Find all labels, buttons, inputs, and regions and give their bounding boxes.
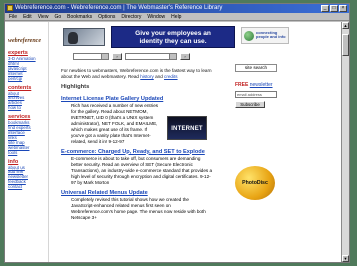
sidebar-section-contents: contents about archives articles how to: [8, 85, 48, 112]
ad-headline-line1: Give your employees an: [135, 30, 211, 37]
main-content: For newbies to webmasters, Webreference.…: [61, 68, 213, 225]
maximize-icon[interactable]: □: [330, 5, 338, 12]
scroll-thumb[interactable]: [342, 34, 349, 56]
topic-select[interactable]: [125, 52, 177, 60]
browser-window: Webreference.com - Webreference.com | Th…: [4, 3, 350, 263]
email-field[interactable]: email address: [235, 91, 277, 98]
vertical-scrollbar[interactable]: ▲ ▼: [341, 22, 349, 262]
title-bar: Webreference.com - Webreference.com | Th…: [5, 4, 349, 13]
welcome-text: For newbies to webmasters, Webreference.…: [61, 68, 213, 80]
sponsor-ad-text: connecting people and info: [256, 30, 286, 40]
header-photo: [63, 28, 105, 46]
article-title-link[interactable]: E-commerce: Charged Up, Ready, and SET t…: [61, 149, 213, 156]
sidebar-link[interactable]: contact: [8, 184, 48, 190]
scroll-down-icon[interactable]: ▼: [342, 255, 349, 262]
section-select[interactable]: [73, 52, 109, 60]
credits-link[interactable]: credits: [164, 74, 178, 79]
scroll-up-icon[interactable]: ▲: [342, 22, 349, 29]
welcome-mid: and: [155, 73, 163, 79]
menu-window[interactable]: Window: [147, 13, 165, 20]
minimize-icon[interactable]: _: [321, 5, 329, 12]
sidebar-link[interactable]: perl/cgi: [8, 76, 48, 82]
menu-help[interactable]: Help: [171, 13, 181, 20]
menu-file[interactable]: File: [9, 13, 17, 20]
right-column: site search FREE newsletter email addres…: [229, 64, 291, 200]
menu-directory[interactable]: Directory: [121, 13, 141, 20]
banner-ad[interactable]: Give your employees an identity they can…: [111, 26, 235, 48]
photodisc-ad[interactable]: PhotoDisc: [235, 166, 275, 200]
highlights-heading: Highlights: [61, 83, 90, 90]
site-search-button[interactable]: site search: [235, 64, 277, 72]
article-title-link[interactable]: Universal Related Menus Update: [61, 190, 213, 197]
go-button[interactable]: ›: [112, 52, 122, 60]
article-title-link[interactable]: Internet License Plate Gallery Updated: [61, 96, 213, 103]
ad-headline-line2: identity they can use.: [139, 38, 207, 45]
sidebar-link[interactable]: tools: [8, 150, 48, 156]
menu-options[interactable]: Options: [98, 13, 115, 20]
page-header: Give your employees an identity they can…: [51, 24, 347, 50]
newsletter-link[interactable]: newsletter: [250, 82, 273, 88]
welcome-prefix: For newbies to webmasters, Webreference.…: [61, 68, 212, 79]
go-button-2[interactable]: ›: [180, 52, 190, 60]
sidebar-section-info: info about us add link newsletter feedba…: [8, 159, 48, 191]
close-icon[interactable]: ×: [339, 5, 347, 12]
article-body: Completely revised this tutorial shows h…: [71, 197, 206, 221]
internet-plate-image[interactable]: INTERNET: [167, 116, 207, 140]
sidebar: webreference experts 3-D Animation dhtml…: [5, 22, 49, 262]
sidebar-section-services: services bookmarks find experts interfac…: [8, 114, 48, 155]
page-content: webreference experts 3-D Animation dhtml…: [5, 22, 349, 262]
article-body: E-commerce is about to take off, but con…: [71, 156, 213, 185]
article-item: Universal Related Menus Update Completel…: [61, 190, 213, 221]
menu-bar: File Edit View Go Bookmarks Options Dire…: [5, 13, 349, 21]
menu-view[interactable]: View: [38, 13, 49, 20]
menu-go[interactable]: Go: [54, 13, 61, 20]
article-body: Rich has received a number of new entrie…: [71, 103, 159, 144]
globe-icon: [244, 31, 254, 41]
free-label: FREE: [235, 82, 249, 88]
sidebar-section-experts: experts 3-D Animation dhtml javascript i…: [8, 50, 48, 82]
nav-selector-bar: › ›: [73, 52, 309, 60]
menu-edit[interactable]: Edit: [23, 13, 32, 20]
newsletter-promo: FREE newsletter: [235, 82, 291, 88]
article-item: E-commerce: Charged Up, Ready, and SET t…: [61, 149, 213, 186]
app-icon: [7, 5, 13, 11]
subscribe-button[interactable]: Subscribe: [235, 101, 265, 108]
brand-logo-text[interactable]: webreference: [8, 38, 48, 44]
sidebar-link[interactable]: how to: [8, 105, 48, 111]
menu-bookmarks[interactable]: Bookmarks: [67, 13, 92, 20]
sponsor-ad[interactable]: connecting people and info: [241, 27, 289, 44]
history-link[interactable]: history: [140, 74, 154, 79]
window-title: Webreference.com - Webreference.com | Th…: [15, 5, 223, 11]
person-photo-icon: [68, 32, 78, 44]
sidebar-nav: experts 3-D Animation dhtml javascript i…: [5, 50, 48, 190]
window-controls: _ □ ×: [321, 5, 347, 12]
